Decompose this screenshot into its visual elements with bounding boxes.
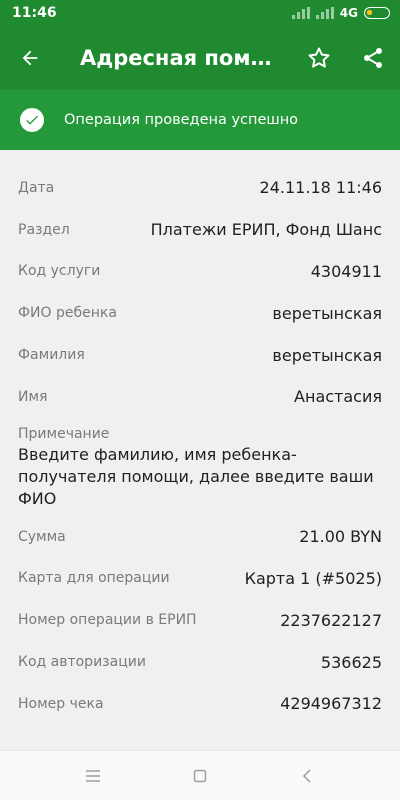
detail-label: Сумма	[18, 528, 66, 545]
detail-row-erip-operation: Номер операции в ЕРИП 2237622127	[0, 599, 400, 641]
square-icon	[193, 769, 207, 782]
home-button[interactable]	[180, 756, 220, 796]
detail-row-amount: Сумма 21.00 BYN	[0, 516, 400, 558]
status-time: 11:46	[12, 5, 57, 21]
success-message: Операция проведена успешно	[64, 112, 299, 128]
share-icon	[364, 48, 382, 68]
detail-value: 21.00 BYN	[299, 527, 382, 547]
signal-icon	[291, 7, 310, 19]
detail-value: Карта 1 (#5025)	[244, 568, 382, 588]
detail-label: Карта для операции	[18, 570, 170, 587]
check-circle-icon	[20, 108, 44, 132]
detail-value: 2237622127	[280, 610, 382, 630]
detail-label: Номер чека	[18, 695, 104, 712]
status-icons: 4G	[291, 6, 390, 20]
app-bar: Адресная помощ…	[0, 26, 400, 90]
note-label: Примечание	[18, 425, 110, 442]
detail-label: Номер операции в ЕРИП	[18, 612, 197, 629]
chevron-left-icon	[302, 768, 311, 783]
back-nav-button[interactable]	[287, 756, 327, 796]
detail-value: Анастасия	[294, 387, 382, 407]
share-button[interactable]	[346, 26, 400, 90]
detail-row-first-name: Имя Анастасия	[0, 376, 400, 418]
signal-icon-2	[315, 7, 334, 19]
detail-value: 536625	[320, 652, 382, 672]
detail-value: 4294967312	[280, 694, 382, 714]
detail-row-card: Карта для операции Карта 1 (#5025)	[0, 558, 400, 600]
detail-label: Код авторизации	[18, 654, 146, 671]
detail-value: Платежи ЕРИП, Фонд Шанс	[150, 220, 382, 240]
detail-row-surname: Фамилия веретынская	[0, 334, 400, 376]
battery-icon	[364, 7, 390, 19]
detail-value: 4304911	[310, 261, 382, 281]
detail-row-receipt-number: Номер чека 4294967312	[0, 683, 400, 725]
operation-details: Дата 24.11.18 11:46 Раздел Платежи ЕРИП,…	[0, 150, 400, 750]
detail-row-service-code: Код услуги 4304911	[0, 251, 400, 293]
success-banner: Операция проведена успешно	[0, 90, 400, 150]
star-outline-icon	[308, 47, 330, 68]
detail-row-auth-code: Код авторизации 536625	[0, 641, 400, 683]
system-nav-bar	[0, 750, 400, 800]
detail-value: веретынская	[272, 345, 382, 365]
favorite-button[interactable]	[292, 26, 346, 90]
detail-label: Дата	[18, 179, 55, 196]
detail-label: Имя	[18, 388, 48, 405]
note-value: Введите фамилию, имя ребенка-получателя …	[18, 444, 374, 508]
back-button[interactable]	[0, 26, 60, 90]
arrow-left-icon	[22, 50, 38, 66]
detail-value: 24.11.18 11:46	[259, 178, 382, 198]
detail-note: Примечание Введите фамилию, имя ребенка-…	[0, 418, 400, 516]
network-type: 4G	[339, 6, 358, 20]
menu-icon	[86, 769, 101, 782]
detail-row-child-name: ФИО ребенка веретынская	[0, 292, 400, 334]
menu-button[interactable]	[73, 756, 113, 796]
detail-label: Код услуги	[18, 263, 101, 280]
page-title: Адресная помощ…	[80, 46, 292, 70]
detail-label: ФИО ребенка	[18, 305, 117, 322]
detail-label: Раздел	[18, 221, 70, 238]
detail-label: Фамилия	[18, 347, 85, 364]
status-bar: 11:46 4G	[0, 0, 400, 26]
detail-row-section: Раздел Платежи ЕРИП, Фонд Шанс	[0, 209, 400, 251]
detail-row-date: Дата 24.11.18 11:46	[0, 167, 400, 209]
detail-value: веретынская	[272, 303, 382, 323]
